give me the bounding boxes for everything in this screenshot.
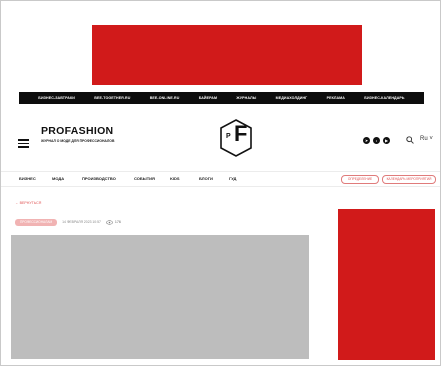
article-date: 14 ФЕВРАЛЯ 2023 10:57 xyxy=(62,220,101,224)
topbar-link-advertising[interactable]: РЕКЛАМА xyxy=(327,96,345,100)
brand-emblem[interactable]: P F xyxy=(217,119,255,157)
site-logo-subtitle: ЖУРНАЛ О МОДЕ ДЛЯ ПРОФЕССИОНАЛОВ xyxy=(41,139,115,143)
vk-icon[interactable]: • xyxy=(373,137,380,144)
language-selector[interactable]: Ru ˅ xyxy=(420,136,433,142)
site-logo-title[interactable]: PROFASHION xyxy=(41,125,113,137)
topbar-link-bee-together[interactable]: BEE-TOGETHER.RU xyxy=(94,96,130,100)
topbar-link-breakfasts[interactable]: БИЗНЕС-ЗАВТРАКИ xyxy=(38,96,75,100)
telegram-icon[interactable]: ➤ xyxy=(363,137,370,144)
nav-item-kids[interactable]: KIDS xyxy=(170,176,180,181)
back-link[interactable]: ← ВЕРНУТЬСЯ xyxy=(15,201,41,205)
youtube-icon[interactable]: ▶ xyxy=(383,137,390,144)
nav-pill-events-calendar[interactable]: КАЛЕНДАРЬ МЕРОПРИЯТИЙ xyxy=(382,175,436,184)
nav-item-production[interactable]: ПРОИЗВОДСТВО xyxy=(82,176,116,181)
article-meta: ПРОФЕССИОНАЛАМ 14 ФЕВРАЛЯ 2023 10:57 176 xyxy=(15,218,121,226)
nav-item-business[interactable]: БИЗНЕС xyxy=(19,176,36,181)
nav-item-blogs[interactable]: БЛОГИ xyxy=(199,176,213,181)
topbar-link-bee-online[interactable]: BEE-ONLINE.RU xyxy=(150,96,180,100)
nav-pill-definition[interactable]: ОПРЕДЕЛЕНИЕ xyxy=(341,175,379,184)
article-views: 176 xyxy=(106,219,121,225)
eye-icon xyxy=(106,219,113,225)
emblem-letter-small: P xyxy=(226,133,231,140)
main-nav: БИЗНЕС МОДА ПРОИЗВОДСТВО СОБЫТИЯ KIDS БЛ… xyxy=(1,171,440,187)
article-tag[interactable]: ПРОФЕССИОНАЛАМ xyxy=(15,218,58,226)
search-icon[interactable] xyxy=(406,136,414,144)
menu-icon[interactable] xyxy=(18,139,29,148)
topbar-link-media-holding[interactable]: МЕДИАХОЛДИНГ xyxy=(276,96,308,100)
topbar-link-buyers[interactable]: БАЙЕРАМ xyxy=(199,96,217,100)
topbar-link-business-calendar[interactable]: БИЗНЕС-КАЛЕНДАРЬ xyxy=(364,96,404,100)
top-ad-banner[interactable] xyxy=(92,25,362,85)
topbar-link-magazines[interactable]: ЖУРНАЛЫ xyxy=(236,96,256,100)
site-header: PROFASHION ЖУРНАЛ О МОДЕ ДЛЯ ПРОФЕССИОНА… xyxy=(1,111,440,161)
article-hero-image xyxy=(11,235,309,359)
social-links: ➤ • ▶ xyxy=(363,137,390,144)
nav-item-fashion[interactable]: МОДА xyxy=(52,176,64,181)
views-count: 176 xyxy=(114,220,121,224)
top-utility-bar: БИЗНЕС-ЗАВТРАКИ BEE-TOGETHER.RU BEE-ONLI… xyxy=(19,92,424,104)
page-frame: БИЗНЕС-ЗАВТРАКИ BEE-TOGETHER.RU BEE-ONLI… xyxy=(0,0,441,366)
nav-item-good[interactable]: ГУД xyxy=(229,176,236,181)
emblem-letter-big: F xyxy=(234,121,248,146)
nav-item-events[interactable]: СОБЫТИЯ xyxy=(134,176,155,181)
sidebar-ad-banner[interactable] xyxy=(338,209,435,360)
